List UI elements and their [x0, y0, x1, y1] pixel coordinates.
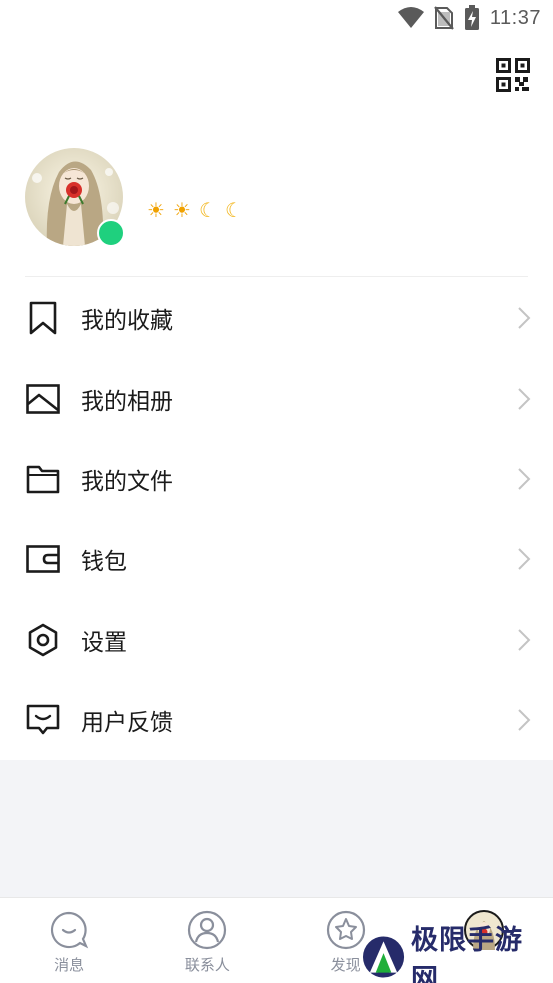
status-time: 11:37 [489, 6, 541, 29]
tab-messages[interactable]: 消息 [0, 898, 138, 983]
bookmark-icon [29, 301, 57, 335]
menu-item-files[interactable]: 我的文件 [0, 439, 553, 519]
menu-item-label: 钱包 [81, 549, 127, 576]
menu-item-label: 我的收藏 [81, 308, 173, 335]
qr-code-button[interactable] [496, 58, 530, 92]
qr-code-icon [496, 58, 530, 92]
empty-background-area [0, 760, 553, 898]
chevron-right-icon [518, 548, 531, 571]
no-sim-icon [434, 6, 454, 30]
chevron-right-icon [518, 709, 531, 731]
watermark-text: 极限手游网 [411, 925, 524, 983]
menu-item-label: 我的文件 [81, 468, 173, 495]
message-icon [51, 911, 89, 949]
image-icon [26, 383, 60, 414]
tab-contacts[interactable]: 联系人 [138, 898, 276, 983]
level-badges: ☀ ☀ ☾ ☾ [144, 198, 246, 222]
wifi-icon [397, 7, 424, 28]
tab-label: 联系人 [184, 956, 230, 974]
profile-divider [25, 276, 528, 277]
menu-item-label: 我的相册 [81, 388, 173, 415]
sun-level-icon: ☀ [173, 198, 191, 222]
tab-label: 消息 [54, 956, 85, 974]
menu-item-feedback[interactable]: 用户反馈 [0, 680, 553, 760]
status-bar: 11:37 [0, 0, 553, 36]
folder-icon [26, 465, 60, 494]
settings-menu: 我的收藏 我的相册 我的文件 钱包 设置 用户反馈 [0, 278, 553, 760]
menu-item-favorites[interactable]: 我的收藏 [0, 278, 553, 358]
chevron-right-icon [518, 307, 531, 329]
wallet-icon [26, 545, 60, 574]
settings-icon [28, 623, 58, 657]
moon-level-icon: ☾ [199, 198, 217, 222]
menu-item-album[interactable]: 我的相册 [0, 358, 553, 438]
menu-item-label: 用户反馈 [81, 710, 173, 737]
contacts-icon [188, 910, 227, 950]
menu-item-label: 设置 [81, 629, 127, 656]
battery-charging-icon [464, 5, 479, 30]
chevron-right-icon [518, 468, 531, 490]
chevron-right-icon [518, 387, 531, 410]
discover-icon [326, 910, 365, 950]
watermark: 极限手游网 [362, 925, 548, 983]
menu-item-settings[interactable]: 设置 [0, 600, 553, 680]
online-status-indicator [97, 219, 125, 247]
watermark-logo-icon [362, 936, 405, 978]
feedback-icon [26, 704, 60, 735]
moon-level-icon: ☾ [225, 198, 243, 222]
chevron-right-icon [518, 629, 531, 651]
sun-level-icon: ☀ [147, 198, 165, 222]
menu-item-wallet[interactable]: 钱包 [0, 519, 553, 599]
